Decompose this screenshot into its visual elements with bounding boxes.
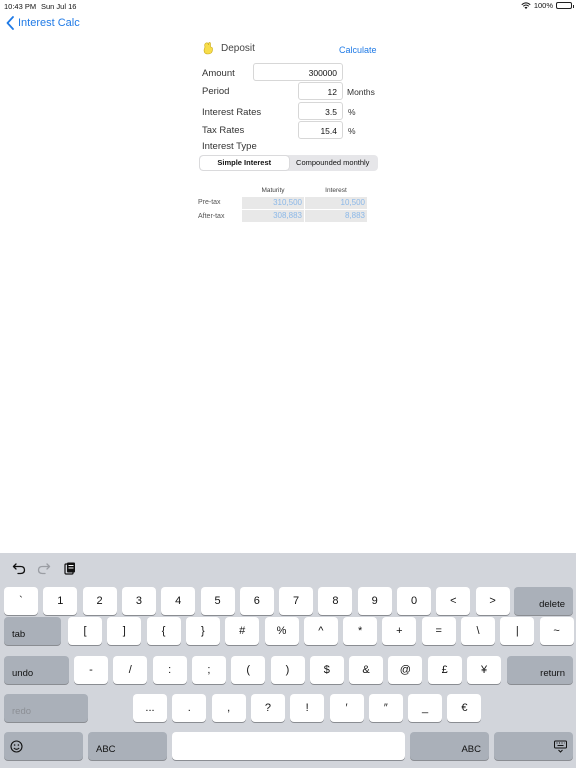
key-char[interactable]: / xyxy=(113,656,148,684)
key-char[interactable]: # xyxy=(225,617,260,645)
segment-compounded-monthly[interactable]: Compounded monthly xyxy=(289,156,378,170)
delete-key[interactable]: delete xyxy=(514,587,573,615)
key-char[interactable]: 8 xyxy=(318,587,353,615)
emoji-icon xyxy=(10,739,23,753)
key-char[interactable]: ^ xyxy=(303,617,338,645)
tax-rate-field[interactable]: 15.4 xyxy=(298,121,343,139)
key-char[interactable]: 5 xyxy=(200,587,235,615)
results-header-maturity: Maturity xyxy=(261,187,285,194)
wifi-icon xyxy=(521,1,531,9)
key-char[interactable]: 6 xyxy=(239,587,274,615)
back-button[interactable]: Interest Calc xyxy=(6,16,80,30)
redo-key[interactable]: redo xyxy=(4,694,88,722)
key-char[interactable]: ? xyxy=(250,694,285,722)
hand-icon xyxy=(203,42,213,55)
undo-key[interactable]: undo xyxy=(4,656,69,684)
key-char[interactable]: } xyxy=(185,617,220,645)
period-unit: Months xyxy=(347,87,375,97)
key-char[interactable]: - xyxy=(74,656,108,684)
tax-rate-label: Tax Rates xyxy=(202,125,245,136)
interest-type-segmented-control: Simple Interest Compounded monthly xyxy=(199,155,378,171)
paste-icon[interactable] xyxy=(63,561,77,575)
key-char[interactable]: [ xyxy=(68,617,102,645)
emoji-key[interactable] xyxy=(4,732,83,760)
keyboard-dismiss-icon xyxy=(554,740,567,753)
key-char[interactable]: ( xyxy=(231,656,266,684)
key-char[interactable]: 1 xyxy=(43,587,78,615)
period-label: Period xyxy=(202,86,230,97)
key-char[interactable]: 9 xyxy=(357,587,392,615)
key-char[interactable]: & xyxy=(349,656,384,684)
key-char[interactable]: £ xyxy=(427,656,462,684)
status-bar: 10:43 PM Sun Jul 16 100% xyxy=(0,0,576,12)
aftertax-interest-value: 8,883 xyxy=(305,210,367,222)
redo-icon[interactable] xyxy=(37,561,51,575)
battery-icon xyxy=(556,2,574,9)
status-date: Sun Jul 16 xyxy=(41,2,77,11)
dismiss-keyboard-key[interactable] xyxy=(494,732,573,760)
status-time: 10:43 PM xyxy=(4,2,37,11)
key-char[interactable]: 4 xyxy=(161,587,196,615)
back-label: Interest Calc xyxy=(18,17,80,29)
pretax-interest-value: 10,500 xyxy=(305,197,367,209)
interest-type-label: Interest Type xyxy=(202,141,257,152)
aftertax-maturity-value: 308,883 xyxy=(242,210,304,222)
key-char[interactable]: 2 xyxy=(82,587,117,615)
key-char[interactable]: ″ xyxy=(368,694,403,722)
return-key[interactable]: return xyxy=(507,656,573,684)
abc-key-left[interactable]: ABC xyxy=(88,732,167,760)
abc-key-right[interactable]: ABC xyxy=(410,732,489,760)
key-char[interactable]: ~ xyxy=(539,617,574,645)
key-char[interactable]: 7 xyxy=(279,587,314,615)
results-header-interest: Interest xyxy=(325,187,347,194)
key-char[interactable]: : xyxy=(152,656,187,684)
chevron-left-icon xyxy=(6,16,14,30)
key-char[interactable]: { xyxy=(146,617,181,645)
key-char[interactable]: ; xyxy=(191,656,226,684)
key-char[interactable]: € xyxy=(447,694,482,722)
pretax-maturity-value: 310,500 xyxy=(242,197,304,209)
interest-rate-field[interactable]: 3.5 xyxy=(298,102,343,120)
key-char[interactable]: , xyxy=(211,694,246,722)
app-screen: 10:43 PM Sun Jul 16 100% Interest Calc D… xyxy=(0,0,576,768)
key-char[interactable]: + xyxy=(382,617,417,645)
tax-rate-unit: % xyxy=(348,126,356,136)
key-char[interactable]: ! xyxy=(290,694,325,722)
interest-rate-unit: % xyxy=(348,107,356,117)
key-char[interactable]: > xyxy=(475,587,510,615)
key-char[interactable]: ′ xyxy=(329,694,364,722)
calculate-button[interactable]: Calculate xyxy=(339,45,377,55)
key-char[interactable]: $ xyxy=(309,656,344,684)
key-char[interactable]: ` xyxy=(4,587,38,615)
undo-icon[interactable] xyxy=(12,561,26,575)
battery-percent: 100% xyxy=(533,1,553,10)
key-char[interactable]: ) xyxy=(270,656,305,684)
key-char[interactable]: * xyxy=(343,617,378,645)
key-char[interactable]: < xyxy=(436,587,471,615)
key-char[interactable]: ¥ xyxy=(467,656,501,684)
status-right: 100% xyxy=(521,1,574,10)
key-char[interactable]: % xyxy=(264,617,299,645)
segment-simple-interest[interactable]: Simple Interest xyxy=(200,156,289,170)
key-char[interactable]: = xyxy=(421,617,456,645)
key-char[interactable]: 0 xyxy=(397,587,431,615)
amount-label: Amount xyxy=(202,68,235,79)
interest-rate-label: Interest Rates xyxy=(202,107,262,118)
tab-key[interactable]: tab xyxy=(4,617,61,645)
key-char[interactable]: | xyxy=(500,617,535,645)
results-row-label: Pre-tax xyxy=(198,199,221,206)
key-char[interactable]: _ xyxy=(408,694,443,722)
form-title: Deposit xyxy=(221,43,255,54)
space-key[interactable] xyxy=(172,732,405,760)
amount-field[interactable]: 300000 xyxy=(253,63,343,81)
key-char[interactable]: \ xyxy=(461,617,495,645)
key-char[interactable]: 3 xyxy=(121,587,156,615)
keyboard: ` 1 2 3 4 5 6 7 8 9 0 < > delete tab[]{} #% ^ * + = \ | ~ undo -… xyxy=(0,553,576,768)
results-row-label: After-tax xyxy=(198,213,225,220)
key-char[interactable]: ... xyxy=(133,694,167,722)
key-char[interactable]: @ xyxy=(388,656,423,684)
period-field[interactable]: 12 xyxy=(298,82,343,100)
key-char[interactable]: ] xyxy=(107,617,142,645)
key-char[interactable]: . xyxy=(172,694,207,722)
